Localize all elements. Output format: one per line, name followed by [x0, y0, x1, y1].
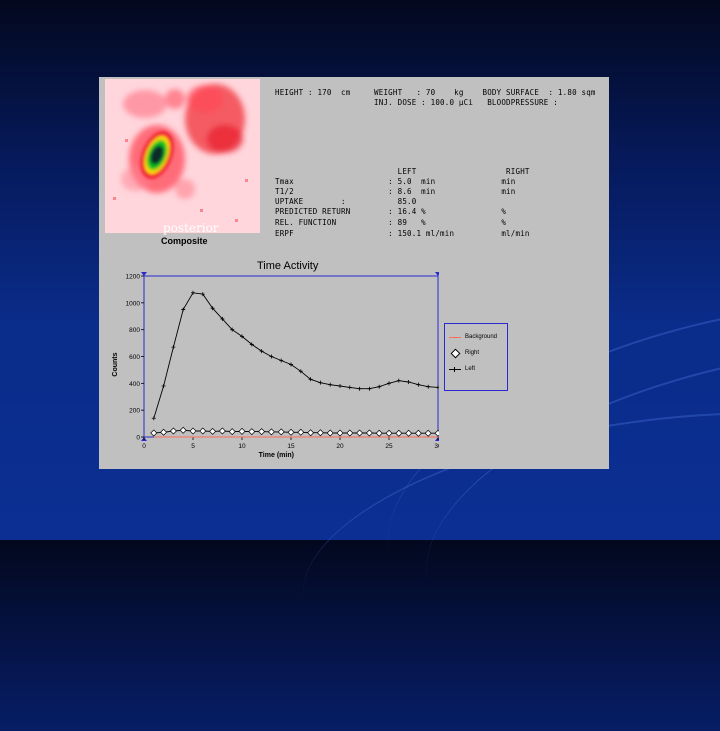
data-point-right — [434, 429, 439, 437]
y-tick-label: 400 — [129, 381, 140, 388]
results-column-header: LEFT RIGHT — [275, 167, 530, 176]
result-row-uptake: UPTAKE : 85.0 — [275, 197, 417, 206]
x-tick-label: 25 — [385, 443, 393, 450]
legend-line-background — [449, 333, 461, 341]
data-point-left — [426, 384, 431, 389]
series-line-right — [153, 429, 438, 434]
series-line-left — [153, 292, 439, 419]
time-activity-chart: 0 200 400 600 800 1000 1200 0 5 10 15 20 25 30 Time (m… — [112, 272, 439, 459]
renogram-report-panel: posterior Composite HEIGHT : 170 cm WEIG… — [99, 77, 609, 469]
data-point-right — [277, 428, 285, 436]
data-point-left — [377, 384, 382, 389]
data-point-left — [357, 386, 362, 391]
x-tick-label: 5 — [191, 443, 195, 450]
data-point-left — [406, 379, 411, 384]
scan-view-label: posterior — [163, 221, 219, 235]
data-point-right — [307, 429, 315, 437]
legend-plus-marker — [449, 365, 461, 373]
data-point-right — [414, 429, 422, 437]
data-point-right — [209, 427, 217, 435]
legend-label-left: Left — [465, 366, 476, 372]
renal-scan-image: posterior — [105, 79, 260, 235]
axis-end-marker — [435, 272, 439, 276]
data-point-right — [326, 429, 334, 437]
y-tick-label: 1000 — [126, 300, 141, 307]
data-point-left — [367, 386, 372, 391]
legend-label-background: Background — [465, 334, 498, 340]
data-point-right — [199, 427, 207, 435]
legend-item-left: Left — [449, 364, 475, 374]
result-row-relative-function: REL. FUNCTION : 89 % % — [275, 218, 507, 227]
data-point-right — [287, 428, 295, 436]
data-point-right — [375, 429, 383, 437]
data-point-left — [396, 378, 401, 383]
data-point-left — [181, 307, 186, 312]
data-point-right — [248, 428, 256, 436]
legend-diamond-marker — [449, 348, 461, 359]
data-point-right — [297, 428, 305, 436]
legend-item-background: Background — [449, 332, 497, 342]
result-row-t-half: T1/2 : 8.6 min min — [275, 187, 516, 196]
data-point-left — [161, 384, 166, 389]
data-point-right — [228, 428, 236, 436]
data-point-right — [405, 429, 413, 437]
y-axis-label: Counts — [112, 352, 119, 376]
data-point-left — [328, 382, 333, 387]
y-tick-label: 600 — [129, 354, 140, 361]
scan-caption: Composite — [161, 236, 208, 246]
data-point-right — [356, 429, 364, 437]
data-point-right — [424, 429, 432, 437]
data-point-right — [316, 429, 324, 437]
data-point-right — [395, 429, 403, 437]
chart-legend: Background Right Left — [444, 323, 508, 391]
data-point-left — [279, 358, 284, 363]
data-point-right — [169, 427, 177, 435]
result-row-predicted-return: PREDICTED RETURN : 16.4 % % — [275, 207, 507, 216]
result-row-tmax: Tmax : 5.0 min min — [275, 177, 516, 186]
data-point-right — [385, 429, 393, 437]
data-point-left — [269, 354, 274, 359]
data-point-right — [150, 429, 158, 437]
data-point-right — [218, 427, 226, 435]
data-point-right — [258, 428, 266, 436]
x-tick-label: 10 — [238, 443, 246, 450]
patient-header-line-1: HEIGHT : 170 cm WEIGHT : 70 kg BODY SURF… — [275, 88, 596, 97]
data-point-right — [238, 427, 246, 435]
data-point-right — [267, 428, 275, 436]
patient-header-line-2: INJ. DOSE : 100.0 µCi BLOODPRESSURE : — [275, 98, 558, 107]
data-point-left — [318, 380, 323, 385]
data-point-left — [416, 382, 421, 387]
y-tick-label: 200 — [129, 408, 140, 415]
data-point-left — [191, 290, 195, 295]
x-tick-label: 30 — [434, 443, 439, 450]
data-point-right — [336, 429, 344, 437]
plot-frame — [143, 275, 439, 438]
data-point-right — [346, 429, 354, 437]
x-axis-label: Time (min) — [259, 452, 294, 459]
y-tick-label: 1200 — [126, 274, 141, 281]
data-point-left — [347, 385, 352, 390]
data-point-left — [171, 345, 176, 350]
x-tick-label: 20 — [336, 443, 344, 450]
data-point-right — [179, 426, 187, 434]
renal-scan-graphic — [113, 84, 248, 222]
data-point-right — [365, 429, 373, 437]
data-point-left — [387, 381, 391, 386]
legend-item-right: Right — [449, 348, 480, 359]
data-point-right — [160, 428, 168, 436]
data-point-left — [151, 416, 156, 421]
data-point-right — [189, 427, 197, 435]
legend-label-right: Right — [465, 350, 480, 356]
y-tick-label: 800 — [129, 327, 140, 334]
data-point-left — [338, 384, 342, 389]
axis-end-marker — [141, 272, 147, 276]
y-tick-label: 0 — [136, 435, 140, 442]
result-row-erpf: ERPF : 150.1 ml/min ml/min — [275, 229, 530, 238]
x-tick-label: 15 — [287, 443, 295, 450]
x-tick-label: 0 — [142, 443, 146, 450]
